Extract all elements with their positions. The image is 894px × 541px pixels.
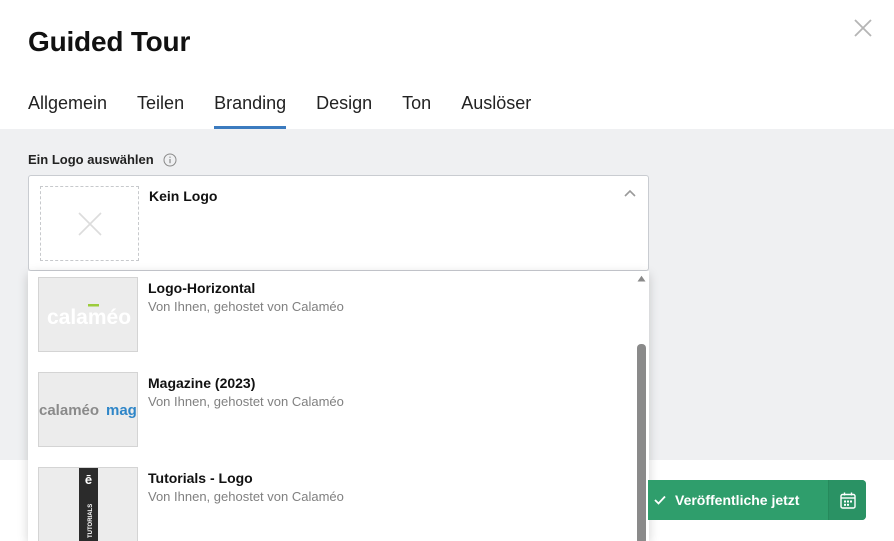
publish-now-button[interactable]: Veröffentliche jetzt bbox=[648, 480, 828, 520]
option-title: Logo-Horizontal bbox=[148, 280, 256, 296]
schedule-publish-button[interactable] bbox=[828, 480, 866, 520]
publish-split-button: Veröffentliche jetzt bbox=[648, 480, 866, 520]
option-subtitle: Von Ihnen, gehostet von Calaméo bbox=[148, 489, 344, 504]
close-icon bbox=[854, 19, 872, 37]
logo-select-label-text: Ein Logo auswählen bbox=[28, 152, 154, 167]
magazine-thumb-text: calaméo bbox=[39, 402, 99, 419]
option-title: Tutorials - Logo bbox=[148, 470, 253, 486]
selected-logo: Kein Logo bbox=[149, 188, 218, 204]
modal-header: Guided Tour Allgemein Teilen Branding De… bbox=[0, 0, 894, 129]
tab-ausloeser[interactable]: Auslöser bbox=[461, 92, 531, 129]
tutorials-thumb-text: ē bbox=[85, 472, 92, 487]
calendar-icon bbox=[839, 492, 856, 509]
empty-logo-icon bbox=[78, 212, 102, 236]
option-magazine-2023[interactable]: calaméo mag Magazine (2023) Von Ihnen, g… bbox=[28, 366, 635, 461]
logo-options-list: calaméo Logo-Horizontal Von Ihnen, gehos… bbox=[28, 271, 649, 541]
info-icon[interactable] bbox=[163, 153, 177, 167]
logo-select-label: Ein Logo auswählen bbox=[28, 152, 177, 167]
option-subtitle: Von Ihnen, gehostet von Calaméo bbox=[148, 299, 344, 314]
scroll-up-arrow-icon[interactable] bbox=[637, 275, 646, 282]
tab-design[interactable]: Design bbox=[316, 92, 372, 129]
no-logo-placeholder bbox=[40, 186, 139, 261]
check-icon bbox=[654, 495, 666, 505]
logo-horizontal-thumbnail: calaméo bbox=[38, 277, 138, 352]
logo-horizontal-thumb-text: calaméo bbox=[47, 306, 131, 329]
publish-now-label: Veröffentliche jetzt bbox=[675, 492, 800, 508]
tab-allgemein[interactable]: Allgemein bbox=[28, 92, 107, 129]
option-subtitle: Von Ihnen, gehostet von Calaméo bbox=[148, 394, 344, 409]
tab-ton[interactable]: Ton bbox=[402, 92, 431, 129]
chevron-up-icon[interactable] bbox=[623, 188, 637, 198]
magazine-thumbnail: calaméo mag bbox=[38, 372, 138, 447]
logo-select[interactable]: Kein Logo bbox=[28, 175, 649, 271]
tab-bar: Allgemein Teilen Branding Design Ton Aus… bbox=[28, 92, 561, 129]
magazine-thumb-text-2: mag bbox=[106, 402, 137, 419]
tab-branding[interactable]: Branding bbox=[214, 92, 287, 129]
option-logo-horizontal[interactable]: calaméo Logo-Horizontal Von Ihnen, gehos… bbox=[28, 271, 635, 366]
option-title: Magazine (2023) bbox=[148, 375, 256, 391]
option-tutorials-logo[interactable]: ē TUTORIALS Tutorials - Logo Von Ihnen, … bbox=[28, 461, 635, 541]
tutorials-thumbnail: ē TUTORIALS bbox=[38, 467, 138, 541]
tab-teilen[interactable]: Teilen bbox=[137, 92, 184, 129]
close-button[interactable] bbox=[852, 17, 874, 39]
scrollbar-thumb[interactable] bbox=[637, 344, 646, 541]
tutorials-thumb-text-2: TUTORIALS bbox=[88, 504, 94, 538]
modal-title: Guided Tour bbox=[28, 26, 191, 57]
